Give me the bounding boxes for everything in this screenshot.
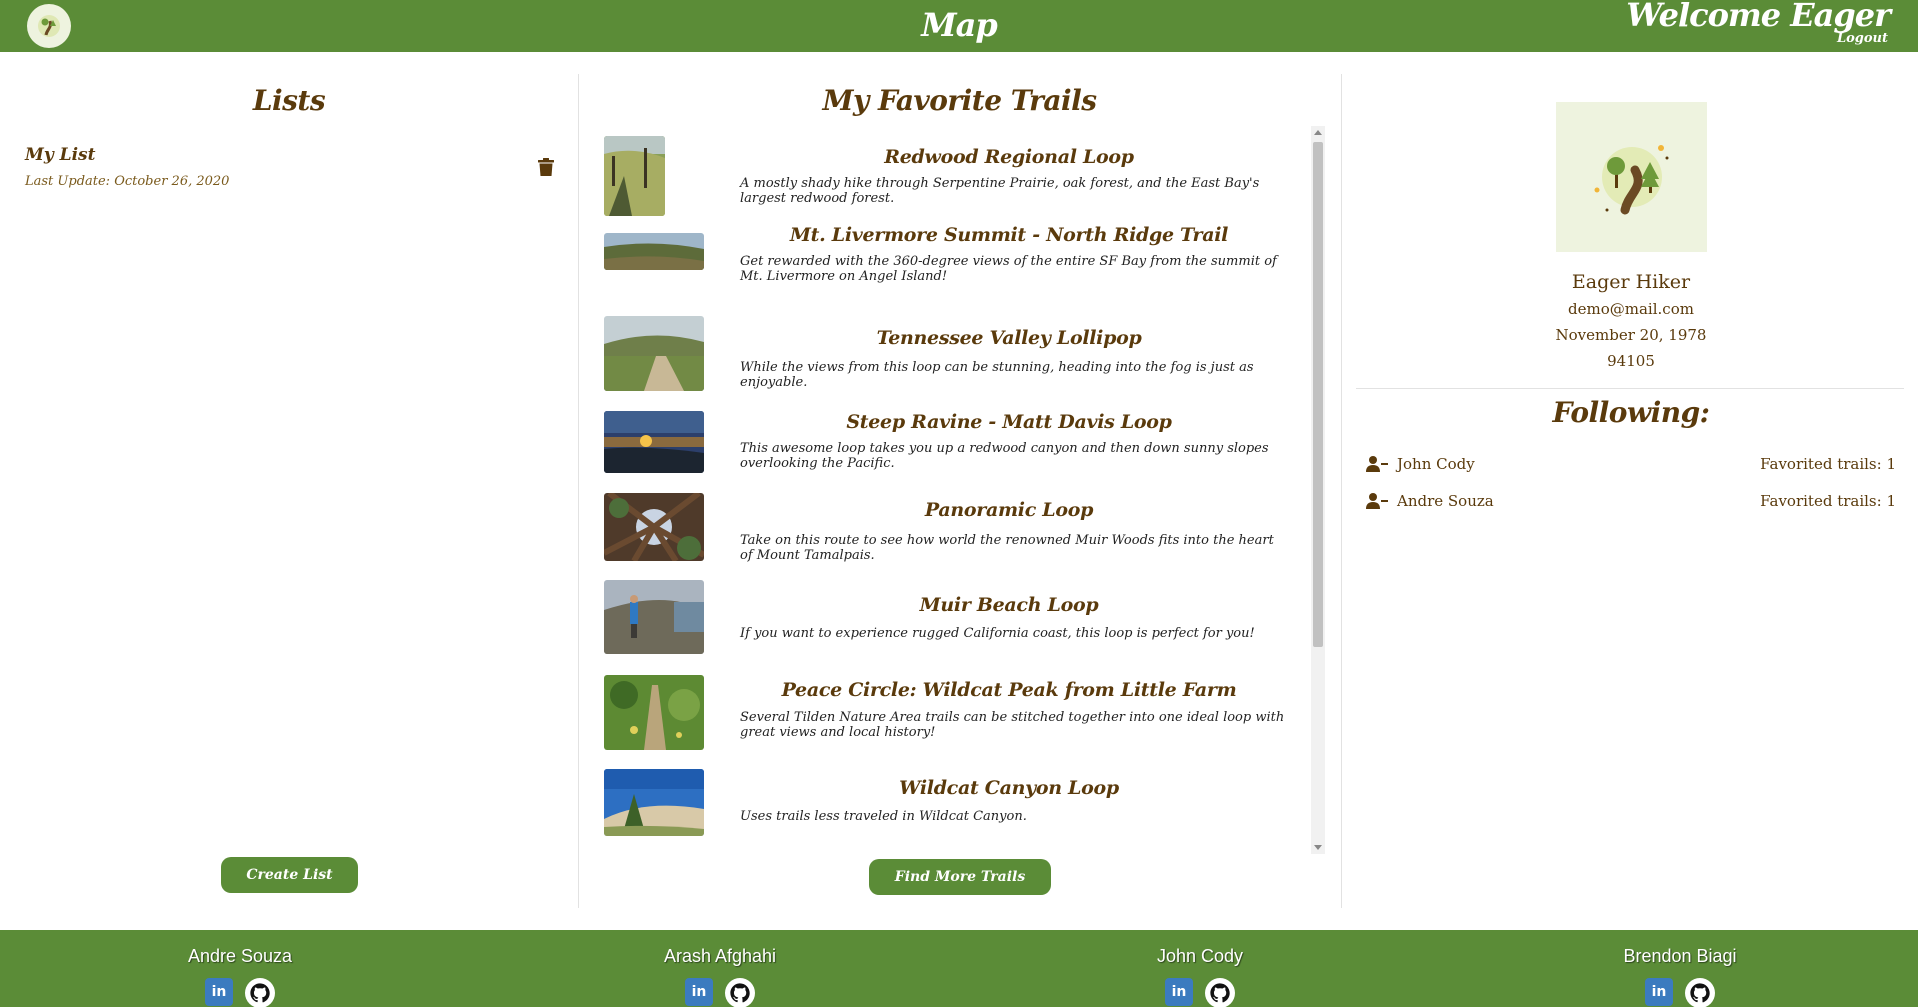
following-heading: Following: bbox=[1552, 396, 1710, 429]
scroll-down-arrow-icon[interactable] bbox=[1314, 845, 1322, 850]
github-icon[interactable] bbox=[725, 978, 755, 1007]
favorite-trails-list[interactable]: Redwood Regional Loop A mostly shady hik… bbox=[590, 126, 1313, 854]
trail-thumbnail[interactable] bbox=[604, 580, 704, 654]
scroll-up-arrow-icon[interactable] bbox=[1314, 130, 1322, 135]
developer-name: John Cody bbox=[1156, 946, 1244, 966]
trail-title[interactable]: Panoramic Loop bbox=[734, 499, 1284, 521]
trail-card[interactable]: Mt. Livermore Summit - North Ridge Trail… bbox=[604, 224, 1294, 302]
developer-card: Brendon Biagi in bbox=[1530, 930, 1830, 1007]
trail-card[interactable]: Peace Circle: Wildcat Peak from Little F… bbox=[604, 675, 1294, 751]
profile-email: demo@mail.com bbox=[1568, 300, 1694, 318]
trail-description: Get rewarded with the 360-degree views o… bbox=[740, 254, 1277, 284]
trail-card[interactable]: Tennessee Valley Lollipop While the view… bbox=[604, 316, 1294, 392]
trail-title[interactable]: Wildcat Canyon Loop bbox=[734, 777, 1284, 799]
trail-card[interactable]: Panoramic Loop Take on this route to see… bbox=[604, 493, 1294, 563]
trail-title[interactable]: Redwood Regional Loop bbox=[734, 146, 1284, 168]
trail-description: Uses trails less traveled in Wildcat Can… bbox=[740, 809, 1027, 824]
welcome-message: Welcome Eager bbox=[1626, 0, 1891, 34]
trail-thumbnail[interactable] bbox=[604, 493, 704, 561]
developer-card: Arash Afghahi in bbox=[570, 930, 870, 1007]
developer-name: Brendon Biagi bbox=[1623, 946, 1737, 966]
trail-title[interactable]: Mt. Livermore Summit - North Ridge Trail bbox=[734, 224, 1284, 246]
profile-birthday: November 20, 1978 bbox=[1555, 326, 1707, 344]
following-name[interactable]: Andre Souza bbox=[1397, 492, 1494, 510]
trail-title[interactable]: Steep Ravine - Matt Davis Loop bbox=[734, 411, 1284, 433]
trail-card[interactable]: Wildcat Canyon Loop Uses trails less tra… bbox=[604, 769, 1294, 839]
avatar bbox=[1556, 102, 1707, 252]
unfollow-user-icon[interactable] bbox=[1366, 493, 1388, 509]
trail-avatar-icon bbox=[1594, 145, 1668, 215]
trail-title[interactable]: Peace Circle: Wildcat Peak from Little F… bbox=[734, 679, 1284, 701]
trail-thumbnail[interactable] bbox=[604, 675, 704, 750]
developer-name: Arash Afghahi bbox=[663, 946, 777, 966]
developer-card: John Cody in bbox=[1050, 930, 1350, 1007]
trail-description: While the views from this loop can be st… bbox=[740, 360, 1254, 390]
trail-title[interactable]: Tennessee Valley Lollipop bbox=[734, 327, 1284, 349]
trail-card[interactable]: Muir Beach Loop If you want to experienc… bbox=[604, 580, 1294, 656]
trail-description: If you want to experience rugged Califor… bbox=[740, 626, 1255, 641]
footer: Andre Souza in Arash Afghahi in John Cod… bbox=[0, 930, 1918, 1007]
lists-heading: Lists bbox=[252, 84, 326, 117]
trail-card[interactable]: Redwood Regional Loop A mostly shady hik… bbox=[604, 136, 1294, 218]
trail-thumbnail[interactable] bbox=[604, 411, 704, 473]
scrollbar-thumb[interactable] bbox=[1313, 142, 1323, 647]
column-divider bbox=[1341, 74, 1342, 908]
unfollow-user-icon[interactable] bbox=[1366, 456, 1388, 472]
create-list-button[interactable]: Create List bbox=[221, 857, 358, 893]
trash-icon[interactable] bbox=[538, 158, 554, 176]
linkedin-icon[interactable]: in bbox=[1165, 978, 1193, 1006]
linkedin-icon[interactable]: in bbox=[1645, 978, 1673, 1006]
favorites-heading: My Favorite Trails bbox=[822, 84, 1097, 117]
trail-thumbnail[interactable] bbox=[604, 769, 704, 836]
find-more-trails-button[interactable]: Find More Trails bbox=[869, 859, 1051, 895]
top-navbar: Map Welcome Eager Logout bbox=[0, 0, 1918, 52]
column-divider bbox=[578, 74, 579, 908]
logout-link[interactable]: Logout bbox=[1837, 31, 1888, 46]
trail-description: A mostly shady hike through Serpentine P… bbox=[740, 176, 1260, 206]
profile-divider bbox=[1356, 388, 1904, 389]
trail-description: Take on this route to see how world the … bbox=[740, 533, 1274, 563]
list-item-updated: Last Update: October 26, 2020 bbox=[25, 174, 230, 189]
trail-description: This awesome loop takes you up a redwood… bbox=[740, 441, 1269, 471]
developer-card: Andre Souza in bbox=[90, 930, 390, 1007]
following-item[interactable]: John Cody Favorited trails: 1 bbox=[1366, 453, 1896, 477]
list-item-name[interactable]: My List bbox=[25, 145, 95, 165]
trail-title[interactable]: Muir Beach Loop bbox=[734, 594, 1284, 616]
github-icon[interactable] bbox=[1685, 978, 1715, 1007]
github-icon[interactable] bbox=[1205, 978, 1235, 1007]
trail-thumbnail[interactable] bbox=[604, 233, 704, 270]
linkedin-icon[interactable]: in bbox=[205, 978, 233, 1006]
profile-name: Eager Hiker bbox=[1571, 271, 1691, 293]
profile-zip: 94105 bbox=[1607, 352, 1655, 370]
linkedin-icon[interactable]: in bbox=[685, 978, 713, 1006]
trails-scrollbar[interactable] bbox=[1311, 126, 1325, 854]
trail-description: Several Tilden Nature Area trails can be… bbox=[740, 710, 1285, 740]
trail-thumbnail[interactable] bbox=[604, 316, 704, 391]
following-trail-count: Favorited trails: 1 bbox=[1760, 455, 1896, 473]
trail-thumbnail[interactable] bbox=[604, 136, 665, 216]
following-item[interactable]: Andre Souza Favorited trails: 1 bbox=[1366, 490, 1896, 514]
trail-card[interactable]: Steep Ravine - Matt Davis Loop This awes… bbox=[604, 411, 1294, 477]
following-trail-count: Favorited trails: 1 bbox=[1760, 492, 1896, 510]
github-icon[interactable] bbox=[245, 978, 275, 1007]
developer-name: Andre Souza bbox=[187, 946, 293, 966]
following-name[interactable]: John Cody bbox=[1397, 455, 1475, 473]
